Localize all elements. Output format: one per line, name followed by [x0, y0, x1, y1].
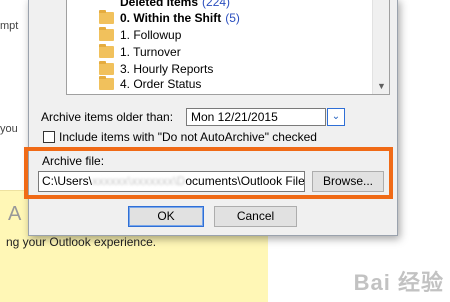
- background-text-fragment: you: [0, 123, 18, 135]
- folder-icon: [99, 76, 114, 90]
- path-redacted: xxxxxx\xxxxxxx\D: [92, 174, 186, 188]
- archive-file-label: Archive file:: [42, 154, 105, 168]
- tree-item-order-status[interactable]: 4. Order Status: [99, 76, 201, 92]
- archive-file-path-field[interactable]: C:\Users\xxxxxx\xxxxxxx\Documents\Outloo…: [38, 171, 305, 192]
- background-text-fragment: mpt: [0, 20, 19, 32]
- include-no-autoarchive-label: Include items with "Do not AutoArchive" …: [59, 130, 317, 144]
- tree-item-within-shift[interactable]: 0. Within the Shift (5): [99, 10, 240, 26]
- ok-button[interactable]: OK: [128, 206, 204, 227]
- tree-item-label: 0. Within the Shift: [120, 11, 222, 25]
- tree-item-deleted-items[interactable]: Deleted Items (224): [99, 0, 230, 10]
- path-start: C:\Users\: [42, 174, 93, 188]
- folder-icon: [99, 27, 114, 41]
- unread-count: (5): [225, 11, 240, 25]
- chevron-down-icon: ⌄: [331, 111, 341, 122]
- folder-icon: [99, 61, 114, 75]
- archive-older-than-label: Archive items older than:: [41, 110, 174, 124]
- path-end: ocuments\Outlook Files: [185, 174, 305, 188]
- tree-item-label: 1. Followup: [120, 28, 182, 42]
- tree-item-label: Deleted Items: [120, 0, 199, 9]
- tree-item-label: 3. Hourly Reports: [120, 62, 214, 76]
- tree-item-turnover[interactable]: 1. Turnover: [99, 44, 181, 60]
- tree-item-hourly-reports[interactable]: 3. Hourly Reports: [99, 61, 213, 77]
- include-no-autoarchive-checkbox[interactable]: [43, 131, 55, 143]
- tree-scrollbar[interactable]: ▼: [372, 0, 389, 94]
- tree-item-label: 1. Turnover: [120, 45, 181, 59]
- unread-count: (224): [202, 0, 231, 9]
- watermark-logo: Bai 经验: [353, 270, 444, 295]
- tree-item-label: 4. Order Status: [120, 77, 202, 91]
- background-heading-letter: A: [8, 203, 22, 225]
- folder-tree[interactable]: Deleted Items (224) 0. Within the Shift …: [66, 0, 390, 95]
- cancel-button[interactable]: Cancel: [214, 206, 297, 227]
- folder-icon: [99, 44, 114, 58]
- archive-date-field[interactable]: Mon 12/21/2015: [186, 108, 326, 126]
- folder-icon: [99, 10, 114, 24]
- tree-item-followup[interactable]: 1. Followup: [99, 27, 181, 43]
- background-tip-text: ng your Outlook experience.: [6, 235, 157, 249]
- date-dropdown-button[interactable]: ⌄: [327, 108, 345, 126]
- scroll-down-icon[interactable]: ▼: [377, 81, 386, 91]
- browse-button[interactable]: Browse...: [312, 171, 384, 192]
